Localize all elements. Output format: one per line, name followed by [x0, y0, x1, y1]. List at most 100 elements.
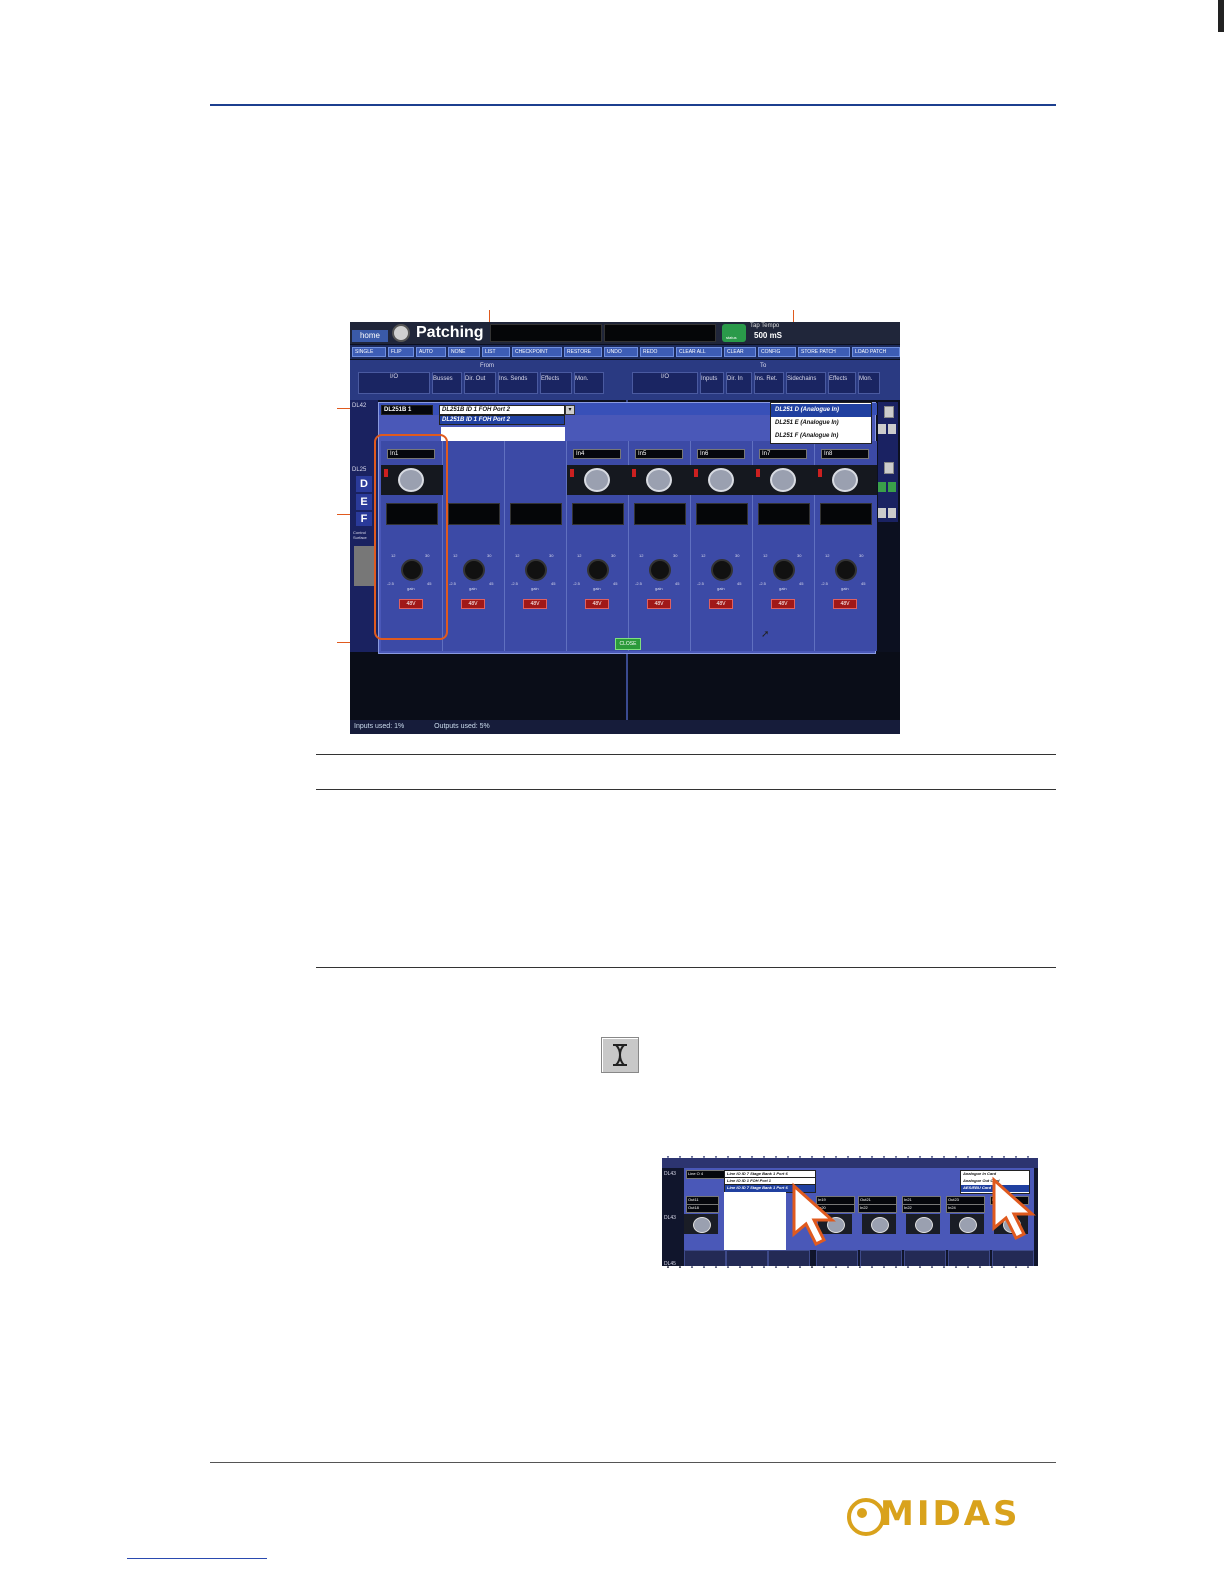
device-type-option[interactable]: DL251 D (Analogue In)	[771, 404, 871, 417]
gain-knob[interactable]	[835, 559, 857, 581]
to-tab-ins-ret[interactable]: Ins. Ret.	[754, 372, 784, 394]
from-tab-effects[interactable]: Effects	[540, 372, 572, 394]
port-option-selected[interactable]: DL251B ID 1 FOH Port 2	[439, 415, 565, 425]
knob-tick: 12	[701, 553, 706, 558]
tap-tempo-value[interactable]: 500 mS	[754, 331, 782, 341]
to-tab-sidechains[interactable]: Sidechains	[786, 372, 826, 394]
toolbar-button-load-patch[interactable]: LOAD PATCH	[852, 347, 900, 357]
home-button[interactable]: home	[352, 330, 388, 342]
from-tab-busses[interactable]: Busses	[432, 372, 462, 394]
device-type-option[interactable]: DL251 E (Analogue In)	[771, 417, 871, 430]
toolbar-button-single[interactable]: SINGLE	[352, 347, 386, 357]
to-tab-mon[interactable]: Mon.	[858, 372, 880, 394]
port-combo[interactable]: DL251B ID 1 FOH Port 2	[439, 405, 565, 415]
channel-display	[634, 503, 686, 525]
knob-tick: 45	[489, 581, 494, 586]
inputs-used-status: Inputs used: 1%	[354, 723, 405, 730]
gain-knob[interactable]	[587, 559, 609, 581]
control-surface-label: Control Surface	[353, 530, 367, 540]
gain-knob[interactable]	[525, 559, 547, 581]
knob-tick: 12	[577, 553, 582, 558]
knob-tick: 45	[613, 581, 618, 586]
xlr-connector[interactable]	[815, 465, 877, 495]
knob-caption: gain	[469, 586, 477, 591]
knob-tick: 12	[763, 553, 768, 558]
s2-channel-sublabel: In22	[858, 1204, 897, 1213]
xlr-connector[interactable]	[629, 465, 691, 495]
small-button[interactable]	[878, 508, 886, 518]
channel-highlight-frame	[374, 434, 448, 640]
toolbar-button-clear[interactable]: CLEAR	[724, 347, 756, 357]
gain-knob[interactable]	[711, 559, 733, 581]
toolbar-button-store-patch[interactable]: STORE PATCH	[798, 347, 850, 357]
bank-e-button[interactable]: E	[356, 494, 372, 510]
channel-display	[758, 503, 810, 525]
device-type-list[interactable]: DL251 D (Analogue In) DL251 E (Analogue …	[770, 402, 872, 444]
from-tab-ins-sends[interactable]: Ins. Sends	[498, 372, 538, 394]
xlr-connector[interactable]	[567, 465, 629, 495]
toolbar-button-checkpoint[interactable]: CHECKPOINT	[512, 347, 562, 357]
xlr-icon	[646, 468, 672, 492]
phantom-power-button[interactable]: 48V	[647, 599, 671, 609]
s2-xlr-connector[interactable]	[906, 1214, 940, 1234]
s2-xlr-connector[interactable]	[684, 1214, 718, 1234]
toolbar-button-config[interactable]: CONFIG	[758, 347, 796, 357]
xlr-icon	[770, 468, 796, 492]
xlr-icon	[959, 1217, 977, 1233]
page-title: Patching	[416, 324, 484, 341]
channel-label: In4	[573, 449, 621, 459]
s2-device-field[interactable]: Line O 4	[686, 1170, 725, 1179]
bank-d-button[interactable]: D	[356, 476, 372, 492]
gain-knob[interactable]	[649, 559, 671, 581]
gain-knob[interactable]	[773, 559, 795, 581]
connect-icon[interactable]	[884, 462, 894, 474]
channel-display	[448, 503, 500, 525]
phantom-power-button[interactable]: 48V	[585, 599, 609, 609]
small-button[interactable]	[888, 482, 896, 492]
gain-knob[interactable]	[463, 559, 485, 581]
device-field[interactable]: DL251B 1	[381, 405, 433, 415]
toolbar-button-auto[interactable]: AUTO	[416, 347, 446, 357]
from-tab-dir-out[interactable]: Dir. Out	[464, 372, 496, 394]
small-button[interactable]	[888, 508, 896, 518]
from-tab-mon[interactable]: Mon.	[574, 372, 604, 394]
small-button[interactable]	[878, 482, 886, 492]
toolbar-button-undo[interactable]: UNDO	[604, 347, 638, 357]
phantom-power-button[interactable]: 48V	[833, 599, 857, 609]
phantom-power-button[interactable]: 48V	[523, 599, 547, 609]
chevron-down-icon[interactable]: ▾	[565, 405, 575, 415]
toolbar-button-list[interactable]: LIST	[482, 347, 510, 357]
phantom-power-button[interactable]: 48V	[461, 599, 485, 609]
close-button[interactable]: CLOSE	[615, 638, 641, 650]
toolbar-button-flip[interactable]: FLIP	[388, 347, 414, 357]
toolbar-button-none[interactable]: NONE	[448, 347, 480, 357]
xlr-connector[interactable]	[691, 465, 753, 495]
to-tab-inputs[interactable]: Inputs	[700, 372, 724, 394]
small-button[interactable]	[888, 424, 896, 434]
from-tab-io[interactable]: I/O	[358, 372, 430, 394]
s2-dropdown-list[interactable]	[724, 1192, 786, 1254]
device-type-option[interactable]: DL251 F (Analogue In)	[771, 430, 871, 443]
phantom-power-button[interactable]: 48V	[709, 599, 733, 609]
to-tab-io[interactable]: I/O	[632, 372, 698, 394]
knob-tick: 30	[487, 553, 492, 558]
knob-caption: gain	[717, 586, 725, 591]
app-logo-icon	[392, 324, 410, 342]
s2-xlr-connector[interactable]	[950, 1214, 984, 1234]
torn-edge-top	[656, 1148, 1046, 1158]
bank-f-button[interactable]: F	[356, 512, 372, 526]
connect-icon[interactable]	[884, 406, 894, 418]
knob-tick: 30	[611, 553, 616, 558]
toolbar-button-restore[interactable]: RESTORE	[564, 347, 602, 357]
to-tab-effects[interactable]: Effects	[828, 372, 856, 394]
xlr-connector[interactable]	[753, 465, 815, 495]
s2-xlr-connector[interactable]	[862, 1214, 896, 1234]
status-indicator[interactable]: status	[722, 324, 746, 342]
knob-tick: 30	[797, 553, 802, 558]
to-tab-dir-in[interactable]: Dir. In	[726, 372, 752, 394]
small-button[interactable]	[878, 424, 886, 434]
phantom-power-button[interactable]: 48V	[771, 599, 795, 609]
toolbar-button-clear-all[interactable]: CLEAR ALL	[676, 347, 722, 357]
toolbar-button-redo[interactable]: REDO	[640, 347, 674, 357]
channel-display	[510, 503, 562, 525]
